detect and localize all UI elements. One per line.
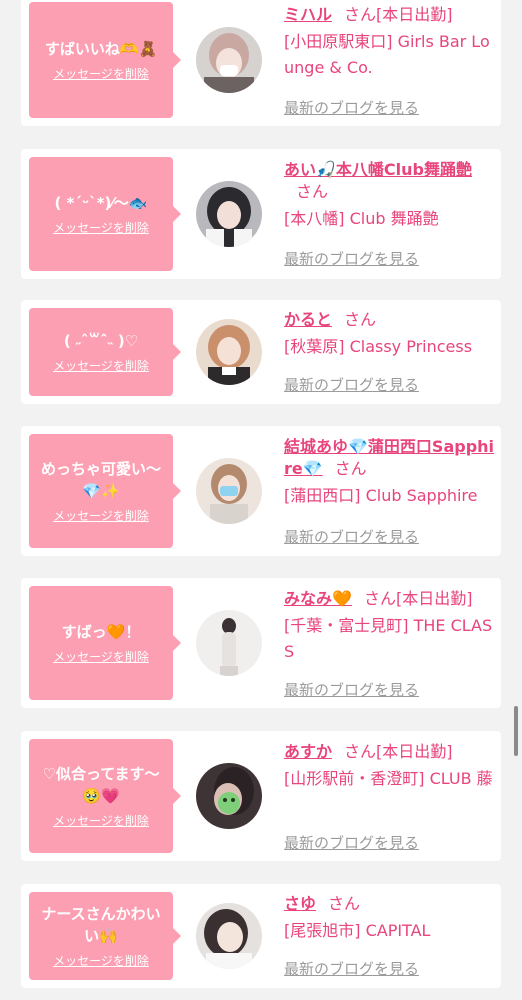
honorific: さん — [344, 5, 377, 24]
delete-message-link[interactable]: メッセージを削除 — [53, 508, 149, 524]
working-today-badge: [本日出勤] — [376, 742, 453, 761]
latest-blog-link[interactable]: 最新のブログを見る — [284, 97, 419, 118]
message-feed: すばいいね🫶🧸 メッセージを削除 ミハル さん[本日出勤] [小田原駅東口] Gi… — [0, 0, 522, 1000]
cast-info: かると さん [秋葉原] Classy Princess — [284, 309, 496, 360]
honorific: さん — [363, 589, 396, 608]
avatar-image — [196, 27, 262, 93]
avatar-image — [196, 610, 262, 676]
avatar-image — [196, 903, 262, 969]
message-text: ナースさんかわいい🙌 — [41, 905, 161, 945]
message-card: ナースさんかわいい🙌 メッセージを削除 さゆ さん [尾張旭市] CAPITAL … — [21, 884, 501, 988]
cast-info: あい🎣本八幡Club舞踊艶さん [本八幡] Club 舞踊艶 — [284, 159, 496, 232]
message-card: ( ˶ˆ꒳ˆ˵ )♡ メッセージを削除 かると さん [秋葉原] Classy P… — [21, 300, 501, 404]
message-bubble: ♡似合ってます〜🥹💗 メッセージを削除 — [29, 739, 181, 853]
avatar-image — [196, 181, 262, 247]
message-bubble: ( ˶ˆ꒳ˆ˵ )♡ メッセージを削除 — [29, 308, 181, 396]
avatar[interactable] — [196, 181, 262, 247]
honorific: さん — [328, 894, 361, 913]
cast-info: みなみ🧡 さん[本日出勤] [千葉・富士見町] THE CLASS — [284, 588, 496, 665]
message-text: ♡似合ってます〜🥹💗 — [42, 765, 160, 805]
name-line: かると さん — [284, 309, 496, 331]
latest-blog-link[interactable]: 最新のブログを見る — [284, 958, 419, 979]
message-bubble: めっちゃ可愛い〜💎✨ メッセージを削除 — [29, 434, 181, 548]
shop-name: [尾張旭市] CAPITAL — [284, 921, 431, 940]
message-text: すばいいね🫶🧸 — [44, 40, 158, 58]
working-today-badge: [本日出勤] — [376, 5, 453, 24]
name-line: あすか さん[本日出勤] — [284, 741, 496, 763]
avatar[interactable] — [196, 27, 262, 93]
cast-name-link[interactable]: かると — [284, 310, 332, 329]
shop-name: [秋葉原] Classy Princess — [284, 337, 473, 356]
cast-name-link[interactable]: あすか — [284, 742, 332, 761]
message-bubble: すばっ🧡！ メッセージを削除 — [29, 586, 181, 700]
shop-name: [本八幡] Club 舞踊艶 — [284, 209, 439, 228]
cast-name-link[interactable]: みなみ🧡 — [284, 589, 352, 608]
honorific: さん — [344, 742, 377, 761]
avatar[interactable] — [196, 763, 262, 829]
message-card: めっちゃ可愛い〜💎✨ メッセージを削除 結城あゆ💎蒲田西口Sapphire💎 さん… — [21, 426, 501, 556]
avatar-image — [196, 458, 262, 524]
avatar-image — [196, 763, 262, 829]
name-line: みなみ🧡 さん[本日出勤] — [284, 588, 496, 610]
cast-name-link[interactable]: あい🎣本八幡Club舞踊艶 — [284, 160, 472, 179]
delete-message-link[interactable]: メッセージを削除 — [53, 358, 149, 374]
delete-message-link[interactable]: メッセージを削除 — [53, 813, 149, 829]
shop-name: [千葉・富士見町] THE CLASS — [284, 616, 493, 661]
delete-message-link[interactable]: メッセージを削除 — [53, 953, 149, 969]
honorific: さん — [344, 310, 377, 329]
message-card: すばっ🧡！ メッセージを削除 みなみ🧡 さん[本日出勤] [千葉・富士見町] TH… — [21, 578, 501, 708]
cast-info: さゆ さん [尾張旭市] CAPITAL — [284, 893, 496, 944]
delete-message-link[interactable]: メッセージを削除 — [53, 649, 149, 665]
cast-name-link[interactable]: ミハル — [284, 5, 332, 24]
latest-blog-link[interactable]: 最新のブログを見る — [284, 248, 419, 269]
cast-info: ミハル さん[本日出勤] [小田原駅東口] Girls Bar Lounge & … — [284, 4, 496, 81]
cast-info: あすか さん[本日出勤] [山形駅前・香澄町] CLUB 藤 — [284, 741, 496, 792]
message-bubble: すばいいね🫶🧸 メッセージを削除 — [29, 2, 181, 118]
name-line: ミハル さん[本日出勤] — [284, 4, 496, 26]
message-bubble: ( *ˊᵕˋ*)⁄〜🐟 メッセージを削除 — [29, 157, 181, 271]
message-card: ( *ˊᵕˋ*)⁄〜🐟 メッセージを削除 あい🎣本八幡Club舞踊艶さん [本八… — [21, 149, 501, 279]
delete-message-link[interactable]: メッセージを削除 — [53, 220, 149, 236]
message-text: ( ˶ˆ꒳ˆ˵ )♡ — [63, 332, 139, 350]
avatar[interactable] — [196, 319, 262, 385]
message-card: すばいいね🫶🧸 メッセージを削除 ミハル さん[本日出勤] [小田原駅東口] Gi… — [21, 0, 501, 126]
name-line: あい🎣本八幡Club舞踊艶さん — [284, 159, 496, 203]
message-bubble: ナースさんかわいい🙌 メッセージを削除 — [29, 892, 181, 980]
cast-name-link[interactable]: 結城あゆ💎蒲田西口Sapphire💎 — [284, 437, 494, 478]
working-today-badge: [本日出勤] — [395, 589, 473, 608]
scrollbar-thumb[interactable] — [514, 706, 518, 756]
shop-name: [蒲田西口] Club Sapphire — [284, 486, 478, 505]
avatar-image — [196, 319, 262, 385]
avatar[interactable] — [196, 458, 262, 524]
name-line: 結城あゆ💎蒲田西口Sapphire💎 さん — [284, 436, 496, 480]
shop-name: [山形駅前・香澄町] CLUB 藤 — [284, 769, 493, 788]
latest-blog-link[interactable]: 最新のブログを見る — [284, 526, 419, 547]
message-card: ♡似合ってます〜🥹💗 メッセージを削除 あすか さん[本日出勤] [山形駅前・香澄… — [21, 731, 501, 861]
shop-name: [小田原駅東口] Girls Bar Lounge & Co. — [284, 32, 490, 77]
name-line: さゆ さん — [284, 893, 496, 915]
latest-blog-link[interactable]: 最新のブログを見る — [284, 374, 419, 395]
message-text: すばっ🧡！ — [61, 623, 141, 641]
cast-name-link[interactable]: さゆ — [284, 894, 316, 913]
avatar[interactable] — [196, 610, 262, 676]
honorific: さん — [296, 182, 329, 201]
message-text: めっちゃ可愛い〜💎✨ — [40, 460, 161, 500]
latest-blog-link[interactable]: 最新のブログを見る — [284, 832, 419, 853]
honorific: さん — [334, 459, 367, 478]
latest-blog-link[interactable]: 最新のブログを見る — [284, 679, 419, 700]
cast-info: 結城あゆ💎蒲田西口Sapphire💎 さん [蒲田西口] Club Sapphir… — [284, 436, 496, 509]
avatar[interactable] — [196, 903, 262, 969]
message-text: ( *ˊᵕˋ*)⁄〜🐟 — [54, 194, 148, 212]
delete-message-link[interactable]: メッセージを削除 — [53, 66, 149, 82]
